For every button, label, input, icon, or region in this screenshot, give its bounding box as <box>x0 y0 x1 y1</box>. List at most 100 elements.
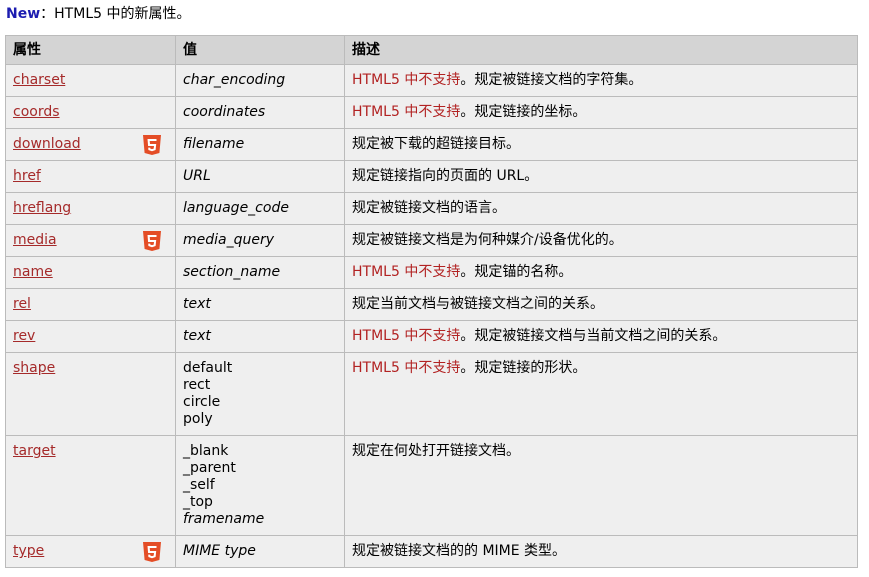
table-row: name section_name HTML5 中不支持。规定锚的名称。 <box>5 256 858 289</box>
description-text: 规定在何处打开链接文档。 <box>352 443 520 459</box>
description-cell: 规定被链接文档是为何种媒介/设备优化的。 <box>344 224 858 257</box>
value-option: default <box>183 360 233 376</box>
attribute-link-coords[interactable]: coords <box>13 104 60 120</box>
attribute-link-rel[interactable]: rel <box>13 296 31 312</box>
attribute-link-target[interactable]: target <box>13 443 56 459</box>
value-option: poly <box>183 411 213 427</box>
value-cell: URL <box>175 160 345 193</box>
value-text: coordinates <box>183 104 266 120</box>
description-cell: 规定被链接文档的的 MIME 类型。 <box>344 535 858 568</box>
value-cell: MIME type <box>175 535 345 568</box>
description-cell: 规定被下载的超链接目标。 <box>344 128 858 161</box>
description-text: 规定当前文档与被链接文档之间的关系。 <box>352 296 604 312</box>
value-text: language_code <box>183 200 289 216</box>
value-cell: char_encoding <box>175 64 345 97</box>
attribute-cell: download <box>5 128 176 161</box>
header-description: 描述 <box>344 35 858 65</box>
description-text: 规定链接指向的页面的 URL。 <box>352 168 539 184</box>
attributes-table: 属性 值 描述 charset char_encoding HTML5 中不支持。规… <box>5 35 858 568</box>
value-cell: language_code <box>175 192 345 225</box>
not-supported-note: HTML5 中不支持 <box>352 360 461 376</box>
value-option: _parent <box>183 460 236 476</box>
attribute-link-href[interactable]: href <box>13 168 41 184</box>
description-text: 。规定被链接文档与当前文档之间的关系。 <box>460 328 727 344</box>
attribute-link-media[interactable]: media <box>13 232 57 248</box>
not-supported-note: HTML5 中不支持 <box>352 104 461 120</box>
html5-icon <box>143 135 161 155</box>
table-row: hreflang language_code 规定被链接文档的语言。 <box>5 192 858 225</box>
header-attribute: 属性 <box>5 35 176 65</box>
value-cell: section_name <box>175 256 345 289</box>
description-text: 规定被链接文档的的 MIME 类型。 <box>352 543 567 559</box>
attribute-cell: shape <box>5 352 176 436</box>
value-option: _top <box>183 494 213 510</box>
attribute-link-name[interactable]: name <box>13 264 53 280</box>
table-row: target _blank _parent _self _top framename 规定在… <box>5 435 858 536</box>
attribute-cell: hreflang <box>5 192 176 225</box>
intro-line: New：HTML5 中的新属性。 <box>6 4 190 24</box>
value-text: media_query <box>183 232 275 248</box>
description-text: 规定被下载的超链接目标。 <box>352 136 520 152</box>
attribute-cell: href <box>5 160 176 193</box>
description-cell: HTML5 中不支持。规定链接的形状。 <box>344 352 858 436</box>
description-cell: 规定在何处打开链接文档。 <box>344 435 858 536</box>
value-option: circle <box>183 394 221 410</box>
attribute-cell: charset <box>5 64 176 97</box>
value-text: text <box>183 296 211 312</box>
attribute-cell: name <box>5 256 176 289</box>
not-supported-note: HTML5 中不支持 <box>352 264 461 280</box>
table-row: download filename 规定被下载的超链接目标。 <box>5 128 858 161</box>
table-row: href URL 规定链接指向的页面的 URL。 <box>5 160 858 193</box>
value-cell: media_query <box>175 224 345 257</box>
value-text: filename <box>183 136 245 152</box>
description-text: 。规定被链接文档的字符集。 <box>460 72 643 88</box>
attribute-cell: coords <box>5 96 176 129</box>
description-cell: HTML5 中不支持。规定锚的名称。 <box>344 256 858 289</box>
attribute-link-download[interactable]: download <box>13 136 81 152</box>
attribute-link-charset[interactable]: charset <box>13 72 65 88</box>
value-text: text <box>183 328 211 344</box>
description-cell: 规定当前文档与被链接文档之间的关系。 <box>344 288 858 321</box>
attribute-link-shape[interactable]: shape <box>13 360 55 376</box>
value-cell: text <box>175 320 345 353</box>
attribute-cell: target <box>5 435 176 536</box>
value-text: MIME type <box>183 543 256 559</box>
not-supported-note: HTML5 中不支持 <box>352 328 461 344</box>
value-option: _self <box>183 477 215 493</box>
value-option: rect <box>183 377 211 393</box>
attribute-cell: type <box>5 535 176 568</box>
attribute-cell: rev <box>5 320 176 353</box>
description-text: 规定被链接文档的语言。 <box>352 200 506 216</box>
attribute-link-hreflang[interactable]: hreflang <box>13 200 71 216</box>
description-cell: HTML5 中不支持。规定链接的坐标。 <box>344 96 858 129</box>
description-cell: HTML5 中不支持。规定被链接文档的字符集。 <box>344 64 858 97</box>
description-cell: HTML5 中不支持。规定被链接文档与当前文档之间的关系。 <box>344 320 858 353</box>
attribute-cell: rel <box>5 288 176 321</box>
description-cell: 规定链接指向的页面的 URL。 <box>344 160 858 193</box>
value-option: framename <box>183 511 265 527</box>
table-row: type MIME type 规定被链接文档的的 MIME 类型。 <box>5 535 858 568</box>
description-text: 。规定链接的坐标。 <box>460 104 587 120</box>
new-label: New <box>6 6 41 22</box>
not-supported-note: HTML5 中不支持 <box>352 72 461 88</box>
description-text: 。规定链接的形状。 <box>460 360 587 376</box>
attribute-link-rev[interactable]: rev <box>13 328 35 344</box>
description-cell: 规定被链接文档的语言。 <box>344 192 858 225</box>
table-body: charset char_encoding HTML5 中不支持。规定被链接文档的字… <box>5 64 858 568</box>
html5-icon <box>143 542 161 562</box>
value-cell: text <box>175 288 345 321</box>
value-option: _blank <box>183 443 229 459</box>
attribute-link-type[interactable]: type <box>13 543 44 559</box>
value-text: char_encoding <box>183 72 286 88</box>
table-row: media media_query 规定被链接文档是为何种媒介/设备优化的。 <box>5 224 858 257</box>
value-text: section_name <box>183 264 281 280</box>
value-cell: default rect circle poly <box>175 352 345 436</box>
header-value: 值 <box>175 35 345 65</box>
html5-icon <box>143 231 161 251</box>
table-row: charset char_encoding HTML5 中不支持。规定被链接文档的字… <box>5 64 858 97</box>
table-row: coords coordinates HTML5 中不支持。规定链接的坐标。 <box>5 96 858 129</box>
attribute-cell: media <box>5 224 176 257</box>
value-cell: _blank _parent _self _top framename <box>175 435 345 536</box>
value-text: URL <box>183 168 211 184</box>
intro-text: ：HTML5 中的新属性。 <box>40 6 191 22</box>
